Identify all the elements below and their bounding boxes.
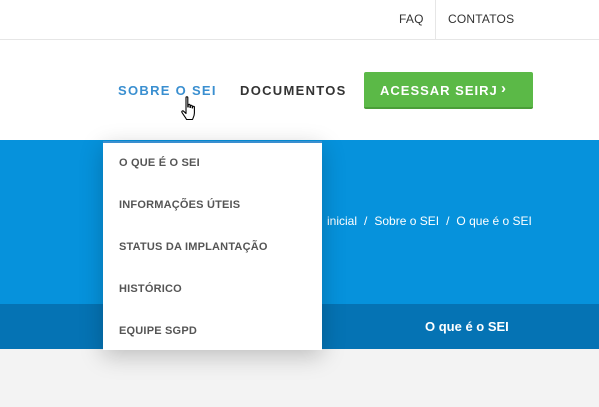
breadcrumb: inicial / Sobre o SEI / O que é o SEI (327, 214, 532, 228)
contatos-link[interactable]: CONTATOS (448, 12, 514, 26)
breadcrumb-home[interactable]: inicial (327, 214, 357, 228)
breadcrumb-separator: / (364, 214, 368, 228)
breadcrumb-current: O que é o SEI (456, 214, 532, 228)
content-area (0, 349, 599, 407)
nav-sobre-o-sei[interactable]: SOBRE O SEI (118, 83, 217, 98)
acessar-seirj-button[interactable]: ACESSAR SEIRJ › (364, 72, 533, 109)
main-navbar: SOBRE O SEI DOCUMENTOS ACESSAR SEIRJ › (0, 40, 599, 140)
menu-item-status-da-implantacao[interactable]: STATUS DA IMPLANTAÇÃO (119, 241, 268, 253)
menu-item-o-que-e-o-sei[interactable]: O QUE É O SEI (119, 157, 200, 169)
breadcrumb-section[interactable]: Sobre o SEI (374, 214, 439, 228)
breadcrumb-separator: / (446, 214, 450, 228)
top-utility-bar: FAQ CONTATOS (0, 0, 599, 40)
topbar-divider (435, 0, 436, 39)
sobre-dropdown-menu: O QUE É O SEI INFORMAÇÕES ÚTEIS STATUS D… (103, 141, 322, 350)
menu-item-equipe-sgpd[interactable]: EQUIPE SGPD (119, 325, 197, 337)
hand-pointer-icon (181, 96, 195, 121)
menu-item-informacoes-uteis[interactable]: INFORMAÇÕES ÚTEIS (119, 199, 240, 211)
cta-label: ACESSAR SEIRJ (380, 83, 498, 98)
nav-documentos[interactable]: DOCUMENTOS (240, 83, 347, 98)
chevron-right-icon: › (501, 80, 506, 97)
faq-link[interactable]: FAQ (399, 12, 424, 26)
page-title: O que é o SEI (425, 319, 509, 334)
menu-item-historico[interactable]: HISTÓRICO (119, 283, 182, 295)
